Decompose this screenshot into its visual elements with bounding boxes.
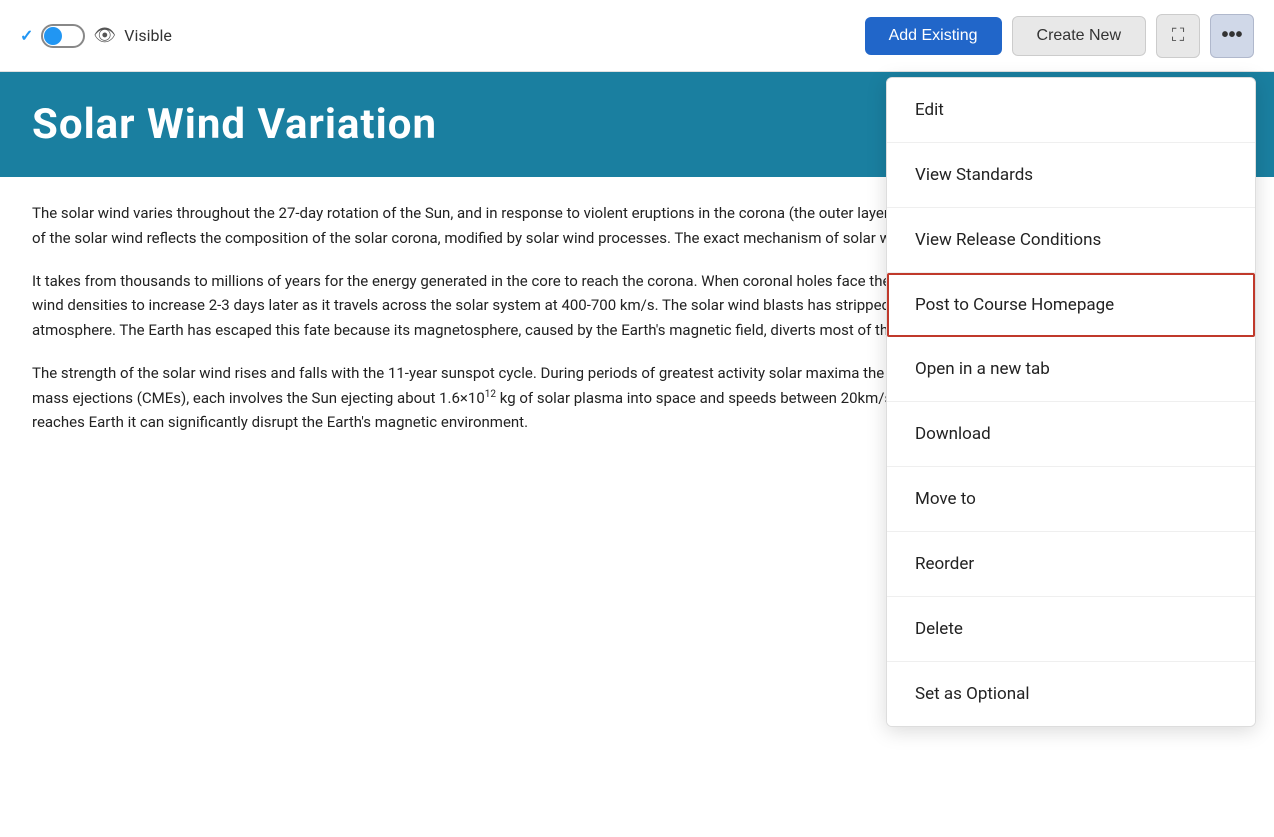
check-icon: ✓: [20, 26, 33, 45]
more-icon: •••: [1221, 24, 1242, 47]
more-options-button[interactable]: •••: [1210, 14, 1254, 58]
visible-toggle-group: ✓ 👁 Visible: [20, 24, 172, 48]
menu-item-post-to-course-homepage[interactable]: Post to Course Homepage: [887, 273, 1255, 337]
context-menu: EditView StandardsView Release Condition…: [886, 77, 1256, 727]
menu-item-view-standards[interactable]: View Standards: [887, 143, 1255, 208]
expand-icon: ⛶: [1172, 25, 1185, 46]
expand-button[interactable]: ⛶: [1156, 14, 1200, 58]
visible-label: Visible: [124, 26, 172, 45]
menu-item-download[interactable]: Download: [887, 402, 1255, 467]
toolbar: ✓ 👁 Visible Add Existing Create New ⛶ ••…: [0, 0, 1274, 72]
menu-item-delete[interactable]: Delete: [887, 597, 1255, 662]
menu-item-edit[interactable]: Edit: [887, 78, 1255, 143]
create-new-button[interactable]: Create New: [1012, 16, 1146, 56]
toolbar-right: Add Existing Create New ⛶ •••: [865, 14, 1254, 58]
toggle-switch[interactable]: [41, 24, 85, 48]
menu-item-reorder[interactable]: Reorder: [887, 532, 1255, 597]
menu-item-set-as-optional[interactable]: Set as Optional: [887, 662, 1255, 726]
add-existing-button[interactable]: Add Existing: [865, 17, 1002, 55]
menu-item-view-release-conditions[interactable]: View Release Conditions: [887, 208, 1255, 273]
menu-item-open-in-new-tab[interactable]: Open in a new tab: [887, 337, 1255, 402]
para3-superscript: 12: [485, 389, 496, 400]
eye-icon: 👁: [93, 25, 116, 46]
content-area: Solar Wind Variation The solar wind vari…: [0, 72, 1274, 837]
menu-item-move-to[interactable]: Move to: [887, 467, 1255, 532]
